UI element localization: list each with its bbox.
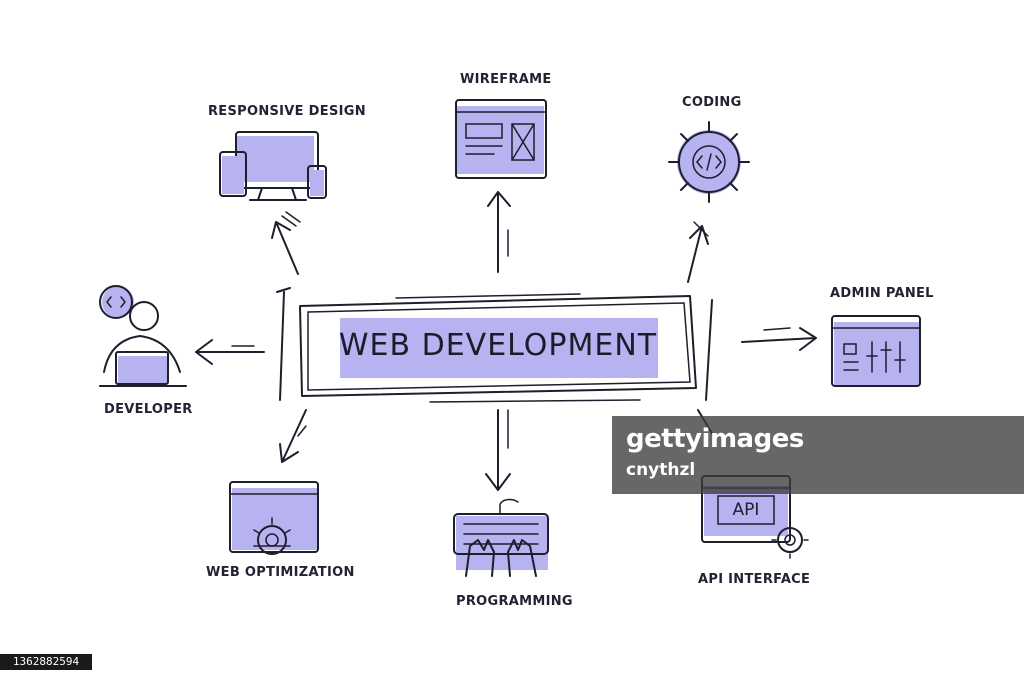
code-gear-icon <box>668 121 750 203</box>
watermark-logo: gettyimages <box>626 424 804 454</box>
keyboard-hands-icon <box>453 498 549 577</box>
arrow-to-responsive <box>271 211 301 275</box>
label-responsive-design: RESPONSIVE DESIGN <box>208 104 366 119</box>
image-id-tag: 1362882594 <box>0 654 92 670</box>
arrow-to-admin <box>741 327 817 351</box>
label-api-interface: API INTERFACE <box>698 572 811 587</box>
watermark-credit: cnythzl <box>626 460 696 480</box>
center-title: WEB DEVELOPMENT <box>338 327 658 363</box>
label-developer: DEVELOPER <box>104 402 193 417</box>
developer-person-icon <box>99 285 187 387</box>
arrow-to-optimization <box>279 409 307 463</box>
label-admin-panel: ADMIN PANEL <box>830 286 934 301</box>
admin-panel-icon <box>831 315 921 387</box>
devices-icon <box>219 131 327 201</box>
arrow-to-wireframe <box>487 191 511 273</box>
arrow-to-programming <box>485 409 511 491</box>
label-coding: CODING <box>682 95 742 110</box>
arrow-to-coding <box>687 221 709 283</box>
api-badge-text: API <box>732 500 760 520</box>
label-wireframe: WIREFRAME <box>460 72 552 87</box>
label-web-optimization: WEB OPTIMIZATION <box>206 565 355 580</box>
web-optimization-icon <box>229 481 319 555</box>
arrow-to-developer <box>195 339 265 365</box>
wireframe-icon <box>455 99 547 179</box>
label-programming: PROGRAMMING <box>456 594 573 609</box>
